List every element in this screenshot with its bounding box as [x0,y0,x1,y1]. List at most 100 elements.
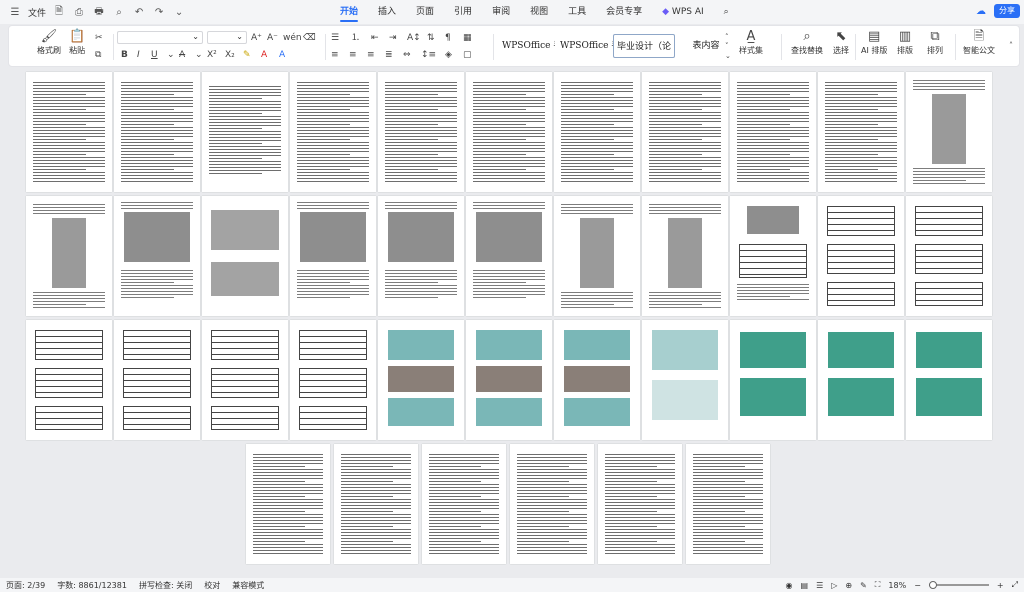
text-direction-icon[interactable]: A↕ [407,32,421,44]
table-icon[interactable]: ▦ [463,32,472,44]
clear-format-icon[interactable]: ⌫ [303,32,316,44]
style-gallery-item-selected[interactable]: 毕业设计（论 [613,34,675,58]
outline-view-icon[interactable]: ☰ [816,581,823,590]
page-thumbnail[interactable] [906,320,992,440]
page-thumbnail[interactable] [642,320,728,440]
paste-button[interactable]: 📋 粘贴 [69,29,85,56]
page-thumbnail[interactable] [334,444,418,564]
redo-icon[interactable]: ↷ [152,5,166,19]
pen-icon[interactable]: ✎ [860,581,867,590]
bullet-list-icon[interactable]: ☰ [331,32,339,44]
style-gallery-item[interactable]: WPSOffice 手 [557,34,613,58]
play-icon[interactable]: ▷ [831,581,837,590]
align-left-icon[interactable]: ≡ [331,49,339,61]
page-thumbnail[interactable] [378,320,464,440]
style-gallery-item[interactable]: WPSOffice 手 [499,34,555,58]
undo-icon[interactable]: ↶ [132,5,146,19]
proofread-button[interactable]: 校对 [198,580,226,591]
page-thumbnail[interactable] [202,320,288,440]
layout-button[interactable]: ▥ 排版 [897,29,913,56]
spellcheck-status[interactable]: 拼写检查: 关闭 [133,580,198,591]
document-multipage-view[interactable] [0,68,1024,578]
page-thumbnail[interactable] [114,196,200,316]
share-button[interactable]: 分享 [994,4,1020,18]
zoom-in-icon[interactable]: + [997,581,1004,590]
export-pdf-icon[interactable]: ⎙ [72,5,86,19]
page-indicator[interactable]: 页面: 2/39 [0,580,51,591]
web-view-icon[interactable]: ⊕ [845,581,852,590]
chevron-down-icon[interactable]: ⌄ [172,5,186,19]
page-thumbnail[interactable] [598,444,682,564]
page-thumbnail[interactable] [642,196,728,316]
page-thumbnail[interactable] [554,196,640,316]
page-thumbnail[interactable] [378,72,464,192]
sort-icon[interactable]: ⇅ [427,32,435,44]
menu-icon[interactable]: ☰ [8,5,22,19]
strikethrough-icon[interactable]: A [179,49,185,61]
zoom-level[interactable]: 18% [888,581,906,590]
page-thumbnail[interactable] [730,72,816,192]
zoom-slider[interactable] [928,581,989,589]
format-painter-button[interactable]: 🖌 格式刷 [37,29,61,56]
grow-font-icon[interactable]: A⁺ [251,32,262,44]
expand-icon[interactable]: ⤢ [1012,580,1018,590]
chevron-down-icon[interactable]: ⌄ [195,49,203,61]
page-thumbnail[interactable] [26,72,112,192]
border-icon[interactable]: ▢ [463,49,472,61]
tab-review[interactable]: 审阅 [482,0,520,24]
page-thumbnail[interactable] [730,196,816,316]
tab-view[interactable]: 视图 [520,0,558,24]
page-thumbnail[interactable] [114,320,200,440]
subscript-icon[interactable]: X₂ [225,49,235,61]
cut-icon[interactable]: ✂ [95,32,103,44]
justify-icon[interactable]: ≣ [385,49,393,61]
chevron-down-icon[interactable]: ⌄ [167,49,175,61]
page-view-icon[interactable]: ▤ [801,581,809,590]
search-icon[interactable]: ⌕ [714,0,739,24]
cloud-sync-icon[interactable]: ☁ [974,4,988,18]
page-thumbnail[interactable] [466,196,552,316]
align-right-icon[interactable]: ≡ [367,49,375,61]
shrink-font-icon[interactable]: A⁻ [267,32,278,44]
page-thumbnail[interactable] [26,196,112,316]
page-thumbnail[interactable] [202,196,288,316]
align-center-icon[interactable]: ≡ [349,49,357,61]
zoom-slider-knob[interactable] [928,581,937,589]
word-count[interactable]: 字数: 8861/12381 [51,580,133,591]
styles-button[interactable]: A̲ 样式集 [739,29,763,56]
superscript-icon[interactable]: X² [207,49,217,61]
page-thumbnail[interactable] [906,196,992,316]
page-thumbnail[interactable] [466,320,552,440]
font-family-select[interactable]: ⌄ [117,31,203,44]
page-thumbnail[interactable] [114,72,200,192]
page-thumbnail[interactable] [686,444,770,564]
gallery-more-icon[interactable]: ⌄ [725,50,731,62]
page-thumbnail[interactable] [466,72,552,192]
distribute-icon[interactable]: ⇔ [403,49,411,61]
font-size-select[interactable]: ⌄ [207,31,247,44]
tab-member[interactable]: 会员专享 [596,0,652,24]
tab-insert[interactable]: 插入 [368,0,406,24]
underline-icon[interactable]: U [151,49,158,61]
numbered-list-icon[interactable]: ⒈ [351,32,360,44]
copy-icon[interactable]: ⧉ [95,49,101,61]
ai-layout-button[interactable]: ▤ AI 排版 [861,29,887,56]
fit-page-icon[interactable]: ⛶ [875,580,881,590]
show-marks-icon[interactable]: ¶ [445,32,451,44]
tab-wps-ai[interactable]: ◆ WPS AI [652,0,714,24]
page-thumbnail[interactable] [378,196,464,316]
page-thumbnail[interactable] [818,196,904,316]
line-spacing-icon[interactable]: ↕≡ [421,49,436,61]
bold-icon[interactable]: B [121,49,128,61]
increase-indent-icon[interactable]: ⇥ [389,32,397,44]
page-thumbnail[interactable] [554,72,640,192]
page-thumbnail[interactable] [202,72,288,192]
page-thumbnail[interactable] [246,444,330,564]
page-thumbnail[interactable] [818,320,904,440]
font-color-icon[interactable]: A [261,49,267,61]
page-thumbnail[interactable] [26,320,112,440]
find-replace-button[interactable]: ⌕ 查找替换 [791,29,823,56]
print-preview-icon[interactable]: ⌕ [112,5,126,19]
decrease-indent-icon[interactable]: ⇤ [371,32,379,44]
select-button[interactable]: ⬉ 选择 [833,29,849,56]
